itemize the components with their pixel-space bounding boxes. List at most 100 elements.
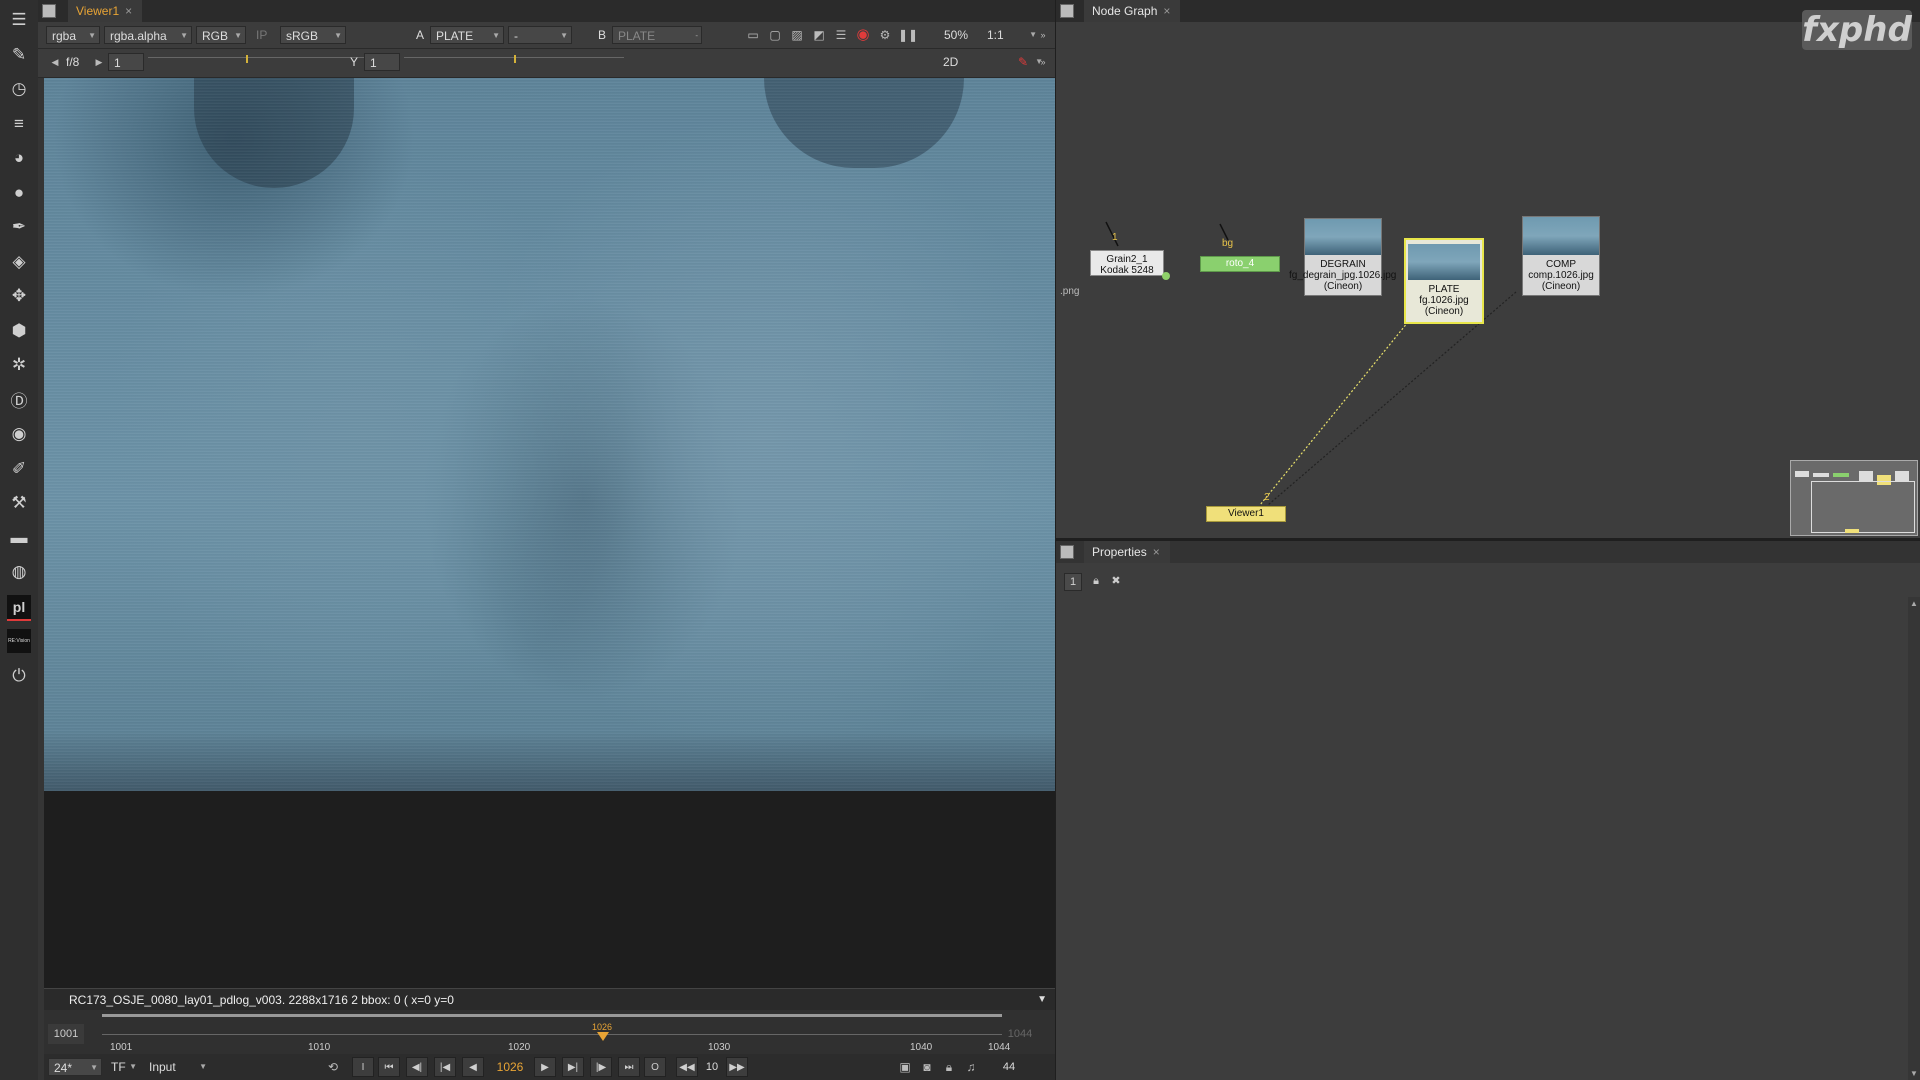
metadata-tool-icon[interactable]: ✐ — [7, 457, 31, 481]
properties-scrollbar[interactable]: ▲ ▼ — [1908, 597, 1920, 1080]
power-plugin-icon[interactable]: ⏻ — [7, 664, 31, 688]
more-options-icon[interactable]: » — [1034, 53, 1052, 71]
gain-slider[interactable] — [148, 55, 378, 70]
playhead-icon[interactable] — [597, 1032, 609, 1041]
audio-icon[interactable]: ♫ — [962, 1058, 980, 1076]
play-backward-button[interactable]: ◀ — [462, 1057, 484, 1077]
start-frame-field[interactable]: 1001 — [48, 1024, 84, 1044]
node-grain[interactable]: Grain2_1 Kodak 5248 — [1090, 250, 1164, 276]
transform-tool-icon[interactable]: ✥ — [7, 284, 31, 308]
pl-plugin-icon[interactable]: pl — [7, 594, 31, 621]
lut-dropdown[interactable]: sRGB ▼ — [280, 26, 346, 44]
scroll-down-icon[interactable]: ▼ — [1910, 1069, 1918, 1078]
out-point-button[interactable]: O — [644, 1057, 666, 1077]
node-roto[interactable]: roto_4 — [1200, 256, 1280, 272]
clear-panels-button[interactable]: ✖ — [1108, 573, 1124, 589]
particles-tool-icon[interactable]: ✲ — [7, 353, 31, 377]
gain-field[interactable]: 1 — [108, 53, 144, 71]
refresh-icon[interactable]: ◉ — [854, 26, 872, 44]
filter-tool-icon[interactable]: ● — [7, 181, 31, 205]
deep-tool-icon[interactable]: Ⓓ — [7, 388, 31, 412]
node-graph-panel[interactable]: Node Graph × fxphd 1 Grain2_1 Kodak 5248 … — [1056, 0, 1920, 540]
gamma-slider[interactable] — [404, 55, 624, 70]
display-channel-dropdown[interactable]: RGB ▼ — [196, 26, 246, 44]
timeline-range-bar[interactable] — [102, 1014, 1002, 1017]
gamma-field[interactable]: 1 — [364, 53, 400, 71]
gamma-slider-handle[interactable] — [514, 55, 516, 63]
draw-tool-icon[interactable]: ✎ — [7, 43, 31, 67]
time-tool-icon[interactable]: ◷ — [7, 77, 31, 101]
node-graph-minimap[interactable] — [1790, 460, 1918, 536]
play-forward-button[interactable]: ▶ — [534, 1057, 556, 1077]
clipping-warning-icon[interactable]: ▨ — [788, 26, 806, 44]
step-field[interactable]: 10 — [700, 1057, 724, 1077]
skip-back-button[interactable]: ◀◀ — [676, 1057, 698, 1077]
panel-menu-icon[interactable] — [1060, 545, 1074, 559]
in-point-button[interactable]: I — [352, 1057, 374, 1077]
next-keyframe-button[interactable]: |▶ — [590, 1057, 612, 1077]
gain-slider-handle[interactable] — [246, 55, 248, 63]
gpu-icon[interactable]: ⚙ — [876, 26, 894, 44]
max-panels-field[interactable]: 1 — [1064, 573, 1082, 591]
prev-frame-button[interactable]: |◀ — [434, 1057, 456, 1077]
fstop-value[interactable]: f/8 — [66, 53, 79, 71]
loop-icon[interactable]: ⟲ — [324, 1058, 342, 1076]
overscan-icon[interactable]: ▢ — [766, 26, 784, 44]
transport-frame-field[interactable]: 1026 — [490, 1057, 530, 1077]
prev-keyframe-button[interactable]: ◀| — [406, 1057, 428, 1077]
capture-icon[interactable]: ◙ — [918, 1058, 936, 1076]
keyer-tool-icon[interactable]: ✒ — [7, 215, 31, 239]
node-degrain[interactable]: DEGRAIN fg_degrain_jpg.1026.jpg (Cineon) — [1289, 218, 1396, 296]
scroll-up-icon[interactable]: ▲ — [1910, 599, 1918, 608]
timeline[interactable]: 1001 1026 1001 1010 1020 1030 1040 1044 … — [44, 1010, 1055, 1054]
views-tool-icon[interactable]: ◉ — [7, 422, 31, 446]
channels-dropdown[interactable]: rgba ▼ — [46, 26, 100, 44]
tab-properties[interactable]: Properties × — [1084, 541, 1170, 563]
revision-plugin-icon[interactable]: RE:Vision — [7, 629, 31, 653]
a-input-dropdown[interactable]: PLATE ▼ — [430, 26, 504, 44]
ratio-dropdown[interactable]: 1:1 ▼ — [982, 26, 1040, 44]
next-frame-button[interactable]: ▶| — [562, 1057, 584, 1077]
minimap-viewport[interactable] — [1811, 481, 1915, 533]
panel-menu-icon[interactable] — [42, 4, 56, 18]
close-icon[interactable]: × — [125, 4, 132, 18]
first-frame-button[interactable]: ⏮ — [378, 1057, 400, 1077]
info-expand-icon[interactable]: ▼ — [1037, 989, 1047, 1011]
tf-dropdown[interactable]: TF ▼ — [106, 1058, 140, 1076]
fps-dropdown[interactable]: 24* ▼ — [48, 1058, 102, 1076]
ip-toggle[interactable]: IP — [256, 26, 267, 44]
more-options-icon[interactable]: » — [1034, 26, 1052, 44]
lock-icon[interactable]: 🔒︎ — [1088, 573, 1104, 589]
3d-tool-icon[interactable]: ⬢ — [7, 319, 31, 343]
pause-icon[interactable]: ❚❚ — [898, 26, 918, 44]
roi-icon[interactable]: ▭ — [744, 26, 762, 44]
paint-icon[interactable]: ✎ — [1014, 53, 1032, 71]
last-frame-button[interactable]: ⏭ — [618, 1057, 640, 1077]
range-mode-dropdown[interactable]: Input ▼ — [144, 1058, 210, 1076]
fstop-down-icon[interactable]: ◀ — [46, 53, 64, 71]
wipe-mode-dropdown[interactable]: - ▼ — [508, 26, 572, 44]
end-frame-field[interactable]: 44 — [994, 1057, 1024, 1077]
overlay-icon[interactable]: ☰ — [832, 26, 850, 44]
compare-icon[interactable]: ◩ — [810, 26, 828, 44]
channel-tool-icon[interactable]: ≡ — [7, 112, 31, 136]
flipbook-icon[interactable]: ▣ — [896, 1058, 914, 1076]
b-input-dropdown[interactable]: PLATE - — [612, 26, 702, 44]
lock-icon[interactable]: 🔒︎ — [940, 1058, 958, 1076]
alpha-channel-dropdown[interactable]: rgba.alpha ▼ — [104, 26, 192, 44]
merge-tool-icon[interactable]: ◈ — [7, 250, 31, 274]
toolsets-tool-icon[interactable]: ⚒ — [7, 491, 31, 515]
skip-forward-button[interactable]: ▶▶ — [726, 1057, 748, 1077]
zoom-value[interactable]: 50% — [944, 26, 968, 44]
node-viewer1[interactable]: Viewer1 — [1206, 506, 1286, 522]
viewer-menu-icon[interactable]: ☰ — [7, 8, 31, 32]
color-tool-icon[interactable]: ◕ — [7, 146, 31, 170]
close-icon[interactable]: × — [1153, 545, 1160, 559]
mask-input-dot[interactable] — [1162, 272, 1170, 280]
viewer-image[interactable] — [44, 78, 1055, 791]
furnace-tool-icon[interactable]: ◍ — [7, 560, 31, 584]
node-plate[interactable]: PLATE fg.1026.jpg (Cineon) — [1404, 238, 1484, 324]
fstop-up-icon[interactable]: ▶ — [90, 53, 108, 71]
other-tool-icon[interactable]: ▬ — [7, 526, 31, 550]
node-comp[interactable]: COMP comp.1026.jpg (Cineon) — [1522, 216, 1600, 296]
